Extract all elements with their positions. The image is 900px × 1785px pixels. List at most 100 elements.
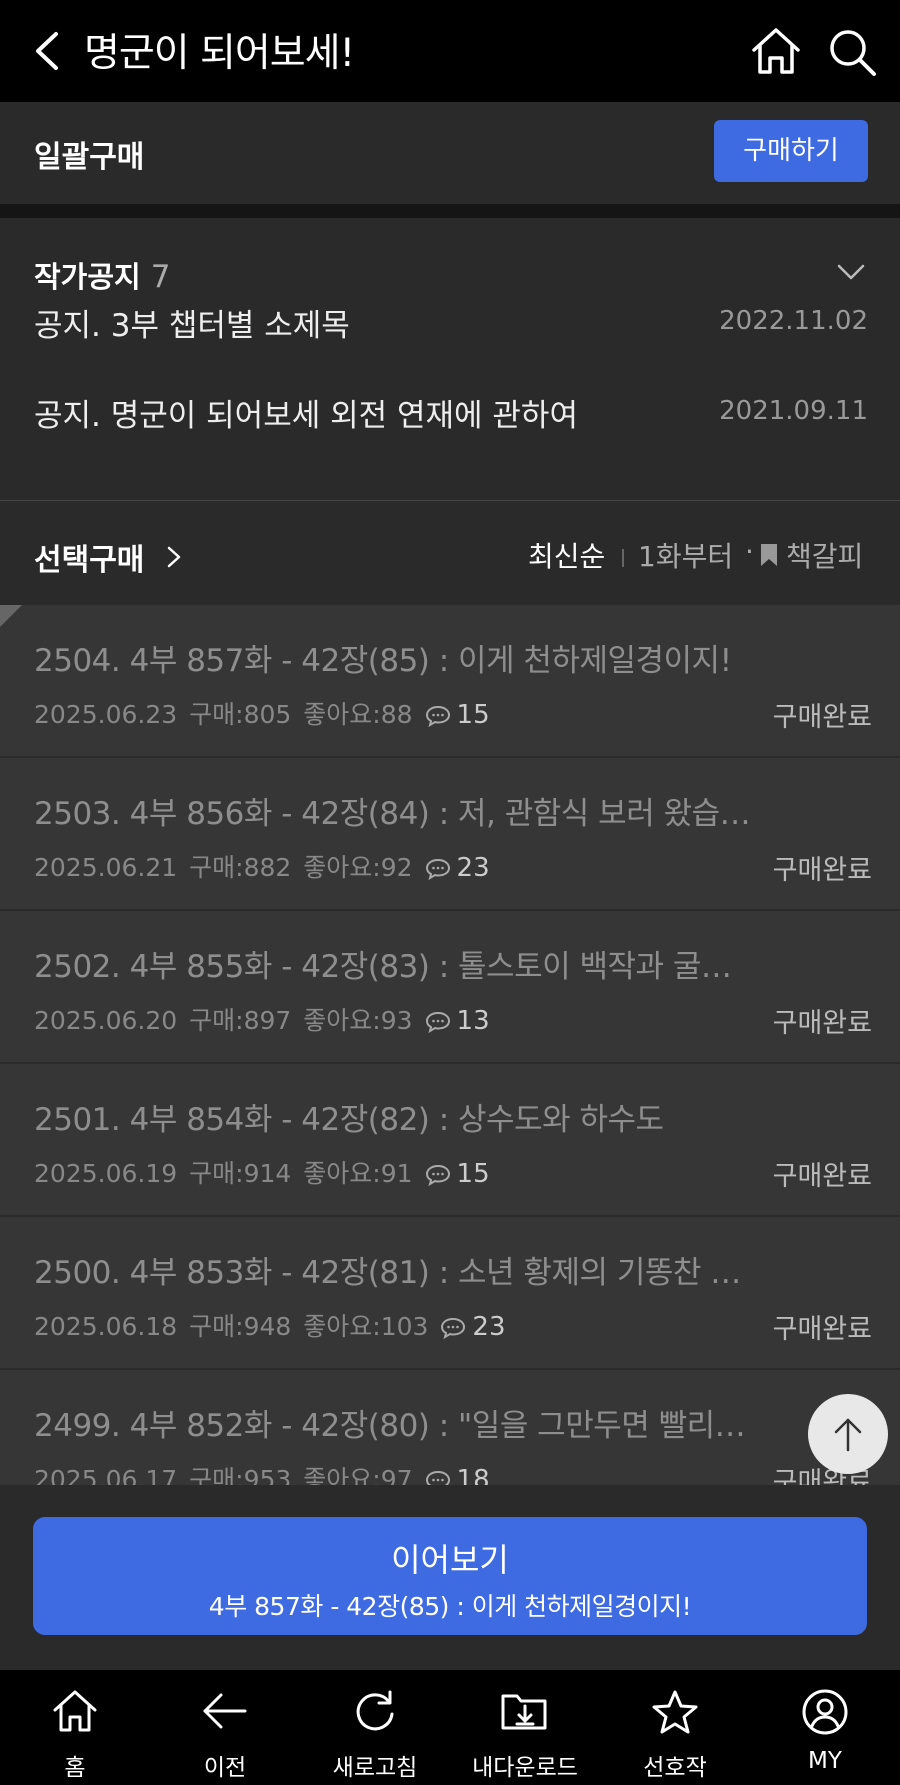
purchase-status: 구매완료	[772, 1314, 872, 1345]
episode-buys: 구매:805	[189, 700, 292, 729]
episode-title: 2502. 4부 855화 - 42장(83) : 톨스토이 백작과 굴마훈…	[34, 949, 754, 985]
download-folder-icon	[501, 1694, 547, 1730]
episode-likes: 좋아요:103	[303, 1312, 429, 1341]
episode-row[interactable]: 2500. 4부 853화 - 42장(81) : 소년 황제의 기똥찬 포부 …	[0, 1217, 900, 1370]
nav-label: 선호작	[643, 1755, 707, 1781]
bulk-purchase-bar: 일괄구매 구매하기	[0, 102, 900, 204]
episode-buys: 구매:882	[189, 853, 292, 882]
episode-meta: 2025.06.18 구매:948 좋아요:103 23	[34, 1307, 518, 1343]
top-header: 명군이 되어보세!	[0, 0, 900, 102]
episode-date: 2025.06.19	[34, 1159, 178, 1188]
chevron-down-icon[interactable]	[836, 262, 866, 282]
purchase-status: 구매완료	[772, 1161, 872, 1192]
episode-row[interactable]: 2501. 4부 854화 - 42장(82) : 상수도와 하수도 2025.…	[0, 1064, 900, 1217]
dot-separator: ·	[745, 535, 754, 568]
episode-title: 2499. 4부 852화 - 42장(80) : "일을 그만두면 빨리 늙…	[34, 1408, 754, 1444]
nav-downloads[interactable]: 내다운로드	[450, 1670, 600, 1785]
notice-item[interactable]: 공지. 3부 챕터별 소제목 2022.11.02	[34, 290, 868, 350]
episode-date: 2025.06.21	[34, 853, 178, 882]
scroll-top-button[interactable]	[808, 1394, 888, 1474]
nav-label: 이전	[203, 1755, 247, 1781]
episode-list[interactable]: 2504. 4부 857화 - 42장(85) : 이게 천하제일경이지! 20…	[0, 605, 900, 1485]
star-icon	[652, 1690, 698, 1734]
continue-reading-button[interactable]: 이어보기 4부 857화 - 42장(85) : 이게 천하제일경이지!	[33, 1517, 867, 1635]
section-gap	[0, 204, 900, 218]
episode-meta: 2025.06.23 구매:805 좋아요:88 15	[34, 695, 502, 731]
episode-title: 2500. 4부 853화 - 42장(81) : 소년 황제의 기똥찬 포부	[34, 1255, 754, 1291]
nav-favorites[interactable]: 선호작	[600, 1670, 750, 1785]
continue-bar: 이어보기 4부 857화 - 42장(85) : 이게 천하제일경이지!	[0, 1485, 900, 1670]
notice-title: 공지. 3부 챕터별 소제목	[34, 308, 350, 344]
separator	[622, 549, 624, 567]
comment-icon	[425, 858, 450, 881]
bulk-purchase-label: 일괄구매	[34, 140, 145, 175]
episode-date: 2025.06.23	[34, 700, 178, 729]
episode-comments: 15	[456, 1159, 490, 1189]
nav-label: MY	[808, 1748, 842, 1774]
episode-meta: 2025.06.19 구매:914 좋아요:91 15	[34, 1154, 502, 1190]
arrow-left-icon	[203, 1693, 247, 1729]
purchase-status: 구매완료	[772, 1008, 872, 1039]
nav-label: 홈	[64, 1755, 86, 1781]
episode-date: 2025.06.18	[34, 1312, 178, 1341]
nav-label: 새로고침	[332, 1755, 418, 1781]
arrow-up-icon	[834, 1418, 862, 1452]
episode-row[interactable]: 2499. 4부 852화 - 42장(80) : "일을 그만두면 빨리 늙……	[0, 1370, 900, 1485]
episode-date: 2025.06.20	[34, 1006, 178, 1035]
episode-meta: 2025.06.21 구매:882 좋아요:92 23	[34, 848, 502, 884]
bottom-navigation: 홈 이전 새로고침 내다운로드 선호작 MY	[0, 1670, 900, 1785]
refresh-icon	[356, 1690, 394, 1731]
home-icon	[53, 1690, 97, 1732]
comment-icon	[425, 1470, 450, 1485]
nav-home[interactable]: 홈	[0, 1670, 150, 1785]
chevron-right-icon[interactable]	[166, 545, 182, 569]
search-icon[interactable]	[826, 26, 878, 78]
nav-my[interactable]: MY	[750, 1670, 900, 1785]
episode-likes: 좋아요:92	[303, 853, 413, 882]
sort-from-first-button[interactable]: 1화부터	[638, 535, 733, 575]
bookmark-button[interactable]: 책갈피	[786, 535, 863, 575]
episode-likes: 좋아요:93	[303, 1006, 413, 1035]
author-notices: 작가공지 7 공지. 3부 챕터별 소제목 2022.11.02 공지. 명군이 …	[0, 218, 900, 500]
select-purchase-button[interactable]: 선택구매	[34, 535, 144, 579]
episode-likes: 좋아요:88	[303, 700, 413, 729]
continue-label: 이어보기	[391, 1541, 509, 1579]
nav-label: 내다운로드	[472, 1755, 578, 1781]
episode-row[interactable]: 2504. 4부 857화 - 42장(85) : 이게 천하제일경이지! 20…	[0, 605, 900, 758]
back-arrow-icon[interactable]	[28, 26, 72, 76]
comment-icon	[425, 705, 450, 728]
episode-meta: 2025.06.20 구매:897 좋아요:93 13	[34, 1001, 502, 1037]
notice-date: 2022.11.02	[719, 306, 868, 336]
episode-comments: 15	[456, 700, 490, 730]
comment-icon	[425, 1011, 450, 1034]
episode-row[interactable]: 2502. 4부 855화 - 42장(83) : 톨스토이 백작과 굴마훈… …	[0, 911, 900, 1064]
sort-latest-button[interactable]: 최신순	[528, 535, 605, 575]
episode-buys: 구매:914	[189, 1159, 292, 1188]
episode-comments: 23	[472, 1312, 506, 1342]
home-icon[interactable]	[748, 26, 804, 76]
continue-episode: 4부 857화 - 42장(85) : 이게 천하제일경이지!	[208, 1592, 692, 1621]
notice-date: 2021.09.11	[719, 396, 868, 426]
nav-back[interactable]: 이전	[150, 1670, 300, 1785]
episode-title: 2501. 4부 854화 - 42장(82) : 상수도와 하수도	[34, 1102, 664, 1138]
episode-row[interactable]: 2503. 4부 856화 - 42장(84) : 저, 관함식 보러 왔습니다…	[0, 758, 900, 911]
episode-meta: 2025.06.17 구매:953 좋아요:97 18	[34, 1460, 502, 1485]
episode-comments: 18	[456, 1465, 490, 1485]
select-purchase-bar: 선택구매 최신순 1화부터 · 책갈피	[0, 501, 900, 605]
purchase-status: 구매완료	[772, 702, 872, 733]
purchase-button[interactable]: 구매하기	[714, 120, 868, 182]
episode-title: 2503. 4부 856화 - 42장(84) : 저, 관함식 보러 왔습니다…	[34, 796, 754, 832]
comment-icon	[425, 1164, 450, 1187]
episode-likes: 좋아요:91	[303, 1159, 413, 1188]
episode-comments: 23	[456, 853, 490, 883]
nav-refresh[interactable]: 새로고침	[300, 1670, 450, 1785]
episode-comments: 13	[456, 1006, 490, 1036]
episode-date: 2025.06.17	[34, 1465, 178, 1485]
page-title: 명군이 되어보세!	[84, 31, 355, 76]
episode-buys: 구매:953	[189, 1465, 292, 1485]
bookmark-icon[interactable]	[760, 543, 778, 567]
notice-item[interactable]: 공지. 명군이 되어보세 외전 연재에 관하여 2021.09.11	[34, 380, 868, 440]
purchase-status: 구매완료	[772, 855, 872, 886]
episode-buys: 구매:948	[189, 1312, 292, 1341]
comment-icon	[441, 1317, 466, 1340]
